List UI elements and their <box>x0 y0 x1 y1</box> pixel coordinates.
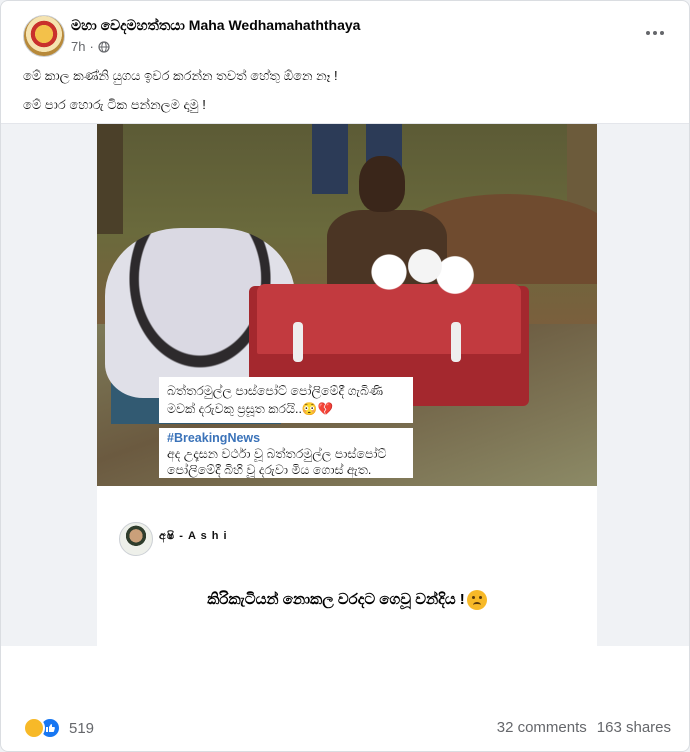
reactions-summary[interactable]: 519 <box>23 717 94 739</box>
comments-link[interactable]: 32 comments <box>497 719 587 736</box>
page-name[interactable]: මහා වෙදමහත්තයා Maha Wedhamahaththaya <box>71 17 360 34</box>
post-footer: 519 32 comments 163 shares <box>23 717 671 741</box>
quote-text: කිරිකැටියන් නොකල වරදට ගෙවූ වන්දිය ! <box>97 590 597 610</box>
news-caption-1: බත්තරමුල්ල පාස්පෝට් පෝලිමේදී ගැබිණි මවක්… <box>159 377 413 423</box>
sad-reaction-icon <box>23 717 45 739</box>
news-caption-2: #BreakingNews අද උදෑසන වර්ථා වූ බත්තරමුල… <box>159 428 413 478</box>
news-photo[interactable]: බත්තරමුල්ල පාස්පෝට් පෝලිමේදී ගැබිණි මවක්… <box>97 124 597 486</box>
post-meta: 7h · <box>71 39 110 54</box>
man-head <box>359 156 405 212</box>
post-time[interactable]: 7h <box>71 39 85 54</box>
coffin-ornament <box>293 322 303 362</box>
coffin-ornament <box>451 322 461 362</box>
post-media: බත්තරමුල්ල පාස්පෝට් පෝලිමේදී ගැබිණි මවක්… <box>1 123 689 646</box>
page-avatar[interactable] <box>23 15 65 57</box>
shares-link[interactable]: 163 shares <box>597 719 671 736</box>
white-flowers <box>359 242 479 302</box>
post-header: මහා වෙදමහත්තයා Maha Wedhamahaththaya 7h … <box>23 15 669 61</box>
background-person <box>567 124 597 214</box>
breaking-news-text: අද උදෑසන වර්ථා වූ බත්තරමුල්ල පාස්පෝට් පෝ… <box>167 447 387 477</box>
meta-separator: · <box>89 39 94 54</box>
caption-line: මේ පාර හොරු ටික පන්නලම දාමු ! <box>23 97 206 112</box>
breaking-news-tag: #BreakingNews <box>167 431 261 445</box>
reaction-count: 519 <box>69 719 95 737</box>
post-card: මහා වෙදමහත්තයා Maha Wedhamahaththaya 7h … <box>0 0 690 752</box>
engagement-stats: 32 comments 163 shares <box>497 719 671 736</box>
tree-trunk <box>97 124 123 234</box>
more-options-icon[interactable] <box>641 23 669 43</box>
frown-emoji-icon <box>466 590 487 610</box>
caption-line: මේ කාල කණ්නි යුගය ඉවර කරන්න තවත් හේතු ඕන… <box>23 68 338 83</box>
quote-author-avatar <box>119 522 153 556</box>
quote-author-name: අෂි - A s h i <box>159 530 228 542</box>
quote-card[interactable]: අෂි - A s h i කිරිකැටියන් නොකල වරදට ගෙවූ… <box>97 486 597 646</box>
post-caption: මේ කාල කණ්නි යුගය ඉවර කරන්න තවත් හේතු ඕන… <box>23 67 667 125</box>
globe-icon <box>98 40 110 53</box>
